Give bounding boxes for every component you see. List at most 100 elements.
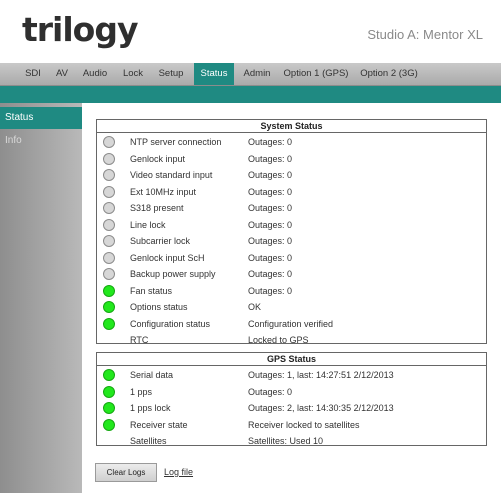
top-nav: SDI AV Audio Lock Setup Status Admin Opt… [0, 63, 501, 86]
tab-admin[interactable]: Admin [239, 63, 275, 85]
status-indicator-icon [103, 418, 115, 431]
status-row: Genlock input Outages: 0 [97, 152, 486, 169]
status-row: NTP server connection Outages: 0 [97, 135, 486, 152]
tab-label: SDI [25, 68, 41, 79]
tab-status[interactable]: Status [194, 63, 234, 85]
nav-accent-bar [0, 86, 501, 103]
sidebar-item-info[interactable]: Info [0, 130, 82, 152]
tab-label: Admin [243, 68, 271, 79]
tab-label: Status [200, 68, 228, 79]
status-indicator-icon [103, 369, 115, 381]
status-row: Ext 10MHz input Outages: 0 [97, 185, 486, 202]
tab-lock[interactable]: Lock [119, 63, 147, 85]
status-row: Line lock Outages: 0 [97, 218, 486, 235]
row-value: Locked to GPS [248, 335, 309, 345]
status-indicator-icon [103, 136, 115, 148]
status-row: S318 present Outages: 0 [97, 201, 486, 218]
row-label: Genlock input ScH [130, 252, 205, 263]
status-row: Fan status Outages: 0 [97, 284, 486, 301]
row-label: Subcarrier lock [130, 236, 191, 246]
status-row: Configuration status Configuration verifi… [97, 317, 486, 334]
status-row: Options status OK [97, 300, 486, 317]
row-label: 1 pps [130, 386, 153, 397]
status-row: Serial data Outages: 1, last: 14:27:51 2/… [97, 368, 486, 385]
row-value: Outages: 0 [248, 137, 293, 147]
row-value: Outages: 0 [248, 252, 293, 263]
row-value: Outages: 0 [248, 170, 293, 180]
row-value: Outages: 0 [248, 386, 293, 397]
row-label: Video standard input [130, 170, 213, 180]
row-value: Receiver locked to satellites [248, 419, 360, 430]
tab-label: Lock [122, 68, 144, 79]
row-value: Outages: 1, last: 14:27:51 2/12/2013 [248, 370, 394, 380]
row-value: Configuration verified [248, 318, 334, 329]
row-value: Outages: 0 [248, 186, 293, 197]
row-value: Outages: 0 [248, 203, 293, 213]
trilogy-logo: trilogy [22, 10, 138, 49]
tab-sdi[interactable]: SDI [22, 63, 44, 85]
tab-label: Setup [158, 68, 184, 79]
row-value: Outages: 0 [248, 219, 293, 230]
gps-status-panel: GPS Status Serial data Outages: 1, last: … [96, 352, 487, 446]
status-indicator-icon [103, 218, 115, 231]
row-label: RTC [130, 335, 149, 345]
status-indicator-icon [103, 284, 115, 297]
status-row: RTC Locked to GPS [97, 333, 486, 350]
row-label: Satellites [130, 436, 167, 446]
status-indicator-icon [103, 268, 115, 280]
tab-setup[interactable]: Setup [154, 63, 188, 85]
row-value: Outages: 2, last: 14:30:35 2/12/2013 [248, 403, 394, 413]
status-row: Receiver state Receiver locked to satelli… [97, 418, 486, 435]
status-row: Satellites Satellites: Used 10 [97, 434, 486, 451]
tab-audio[interactable]: Audio [80, 63, 110, 85]
status-indicator-icon [103, 301, 115, 313]
row-label: Backup power supply [130, 269, 216, 279]
status-indicator-icon [103, 385, 115, 398]
row-value: Outages: 0 [248, 153, 293, 164]
tab-option-2-3g[interactable]: Option 2 (3G) [357, 63, 421, 85]
row-label: NTP server connection [130, 137, 222, 147]
clear-logs-button[interactable]: Clear Logs [95, 463, 157, 482]
status-indicator-icon [103, 185, 115, 198]
status-indicator-icon [103, 202, 115, 214]
status-indicator-icon [103, 235, 115, 247]
row-label: Configuration status [130, 318, 211, 329]
sidebar-item-status[interactable]: Status [0, 107, 82, 129]
row-label: Ext 10MHz input [130, 186, 197, 197]
tab-label: Option 2 (3G) [360, 68, 418, 79]
panel-title: GPS Status [97, 353, 486, 366]
row-value: Outages: 0 [248, 269, 293, 279]
studio-title: Studio A: Mentor XL [367, 27, 483, 42]
status-row: 1 pps lock Outages: 2, last: 14:30:35 2/1… [97, 401, 486, 418]
header: trilogy Studio A: Mentor XL [0, 0, 501, 63]
tab-av[interactable]: AV [52, 63, 72, 85]
row-label: 1 pps lock [130, 403, 171, 413]
row-label: S318 present [130, 203, 184, 213]
row-value: Satellites: Used 10 [248, 436, 324, 446]
row-value: Outages: 0 [248, 236, 293, 246]
status-row: Genlock input ScH Outages: 0 [97, 251, 486, 268]
status-indicator-icon [103, 169, 115, 181]
row-label: Fan status [130, 285, 173, 296]
status-indicator-icon [103, 251, 115, 264]
row-label: Receiver state [130, 419, 188, 430]
tab-label: AV [56, 68, 68, 79]
row-label: Serial data [130, 370, 174, 380]
row-label: Line lock [130, 219, 166, 230]
status-row: 1 pps Outages: 0 [97, 385, 486, 402]
tab-option-1-gps[interactable]: Option 1 (GPS) [281, 63, 351, 85]
status-indicator-icon [103, 152, 115, 165]
tab-label: Audio [82, 68, 108, 79]
status-indicator-icon [103, 402, 115, 414]
status-row: Subcarrier lock Outages: 0 [97, 234, 486, 251]
row-value: Outages: 0 [248, 285, 293, 296]
status-row: Video standard input Outages: 0 [97, 168, 486, 185]
status-indicator-icon [103, 317, 115, 330]
panel-title: System Status [97, 120, 486, 133]
row-label: Genlock input [130, 153, 186, 164]
log-file-link[interactable]: Log file [164, 467, 193, 477]
row-label: Options status [130, 302, 188, 312]
tab-label: Option 1 (GPS) [283, 68, 349, 79]
sidebar: Status Info [0, 103, 82, 493]
status-row: Backup power supply Outages: 0 [97, 267, 486, 284]
